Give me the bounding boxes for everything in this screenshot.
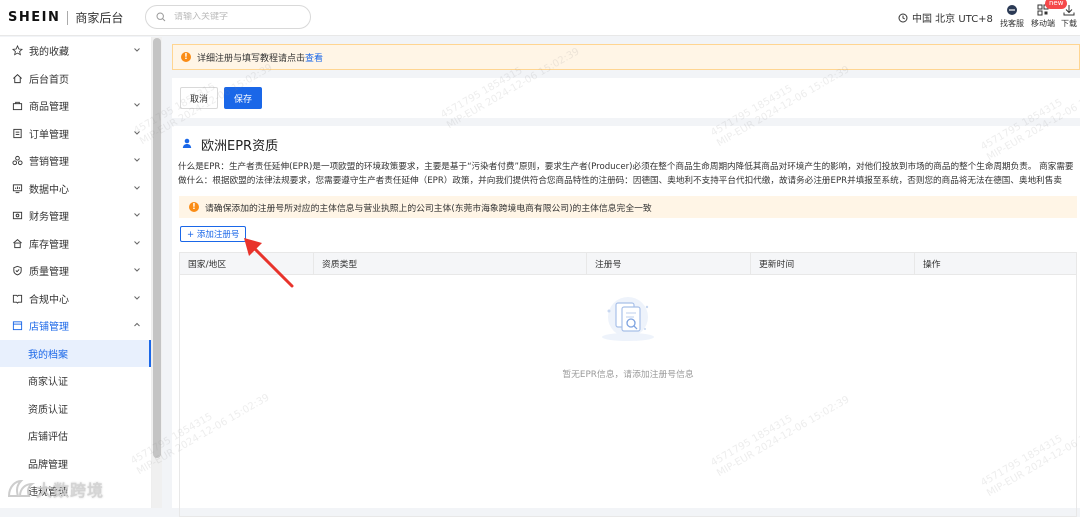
sidebar-item-label: 后台首页 [29, 74, 69, 86]
epr-panel: 欧洲EPR资质 什么是EPR：生产者责任延伸(EPR)是一项欧盟的环境政策要求，… [172, 126, 1080, 517]
finance-icon [11, 210, 23, 222]
sidebar-item-inventory[interactable]: 库存管理 [0, 230, 151, 258]
sidebar-item-goods[interactable]: 商品管理 [0, 92, 151, 120]
sidebar-item-label: 数据中心 [29, 184, 69, 196]
sidebar-item-label: 我的收藏 [29, 47, 69, 59]
tutorial-notice: ! 详细注册与填写教程请点击 查看 [172, 44, 1080, 70]
star-icon [11, 45, 23, 57]
search-box[interactable] [145, 5, 311, 29]
sidebar-item-label: 合规中心 [29, 294, 69, 306]
data-icon [11, 182, 23, 194]
action-bar: 取消 保存 [172, 78, 1080, 118]
column-header: 操作 [923, 260, 941, 270]
sidebar-scrollbar-thumb[interactable] [153, 38, 161, 458]
top-bar: SHEIN 商家后台 中国 北京 UTC+8 找客服 移动端 下载 new [0, 0, 1080, 36]
chevron-down-icon [134, 268, 140, 272]
chevron-down-icon [134, 295, 140, 300]
entity-info-text: 请确保添加的注册号所对应的主体信息与营业执照上的公司主体(东莞市海象跨境电商有限… [205, 203, 652, 214]
quality-icon [11, 265, 23, 277]
sidebar-sub-my-profile[interactable]: 我的档案 [0, 339, 151, 367]
epr-table: 国家/地区 资质类型 注册号 更新时间 操作 暂无EPR信息，请添加注册号信息 [179, 252, 1077, 517]
brand-overlay-icon [7, 479, 36, 497]
panel-title-text: 欧洲EPR资质 [201, 139, 279, 154]
add-registration-button[interactable]: + 添加注册号 [180, 226, 247, 242]
sidebar-item-quality[interactable]: 质量管理 [0, 257, 151, 285]
sidebar-item-label: 订单管理 [29, 129, 69, 141]
column-header: 注册号 [587, 253, 751, 274]
timezone-label: 中国 北京 UTC+8 [912, 14, 993, 25]
clock-icon [898, 13, 908, 22]
sidebar-item-label: 店铺管理 [29, 322, 69, 334]
sidebar-item-label: 营销管理 [29, 157, 69, 169]
panel-title: 欧洲EPR资质 [181, 135, 278, 154]
sidebar-item-store[interactable]: 店铺管理 [0, 312, 151, 340]
epr-description: 什么是EPR：生产者责任延伸(EPR)是一项欧盟的环境政策要求，主要是基于“污染… [178, 162, 1074, 186]
sidebar-item-label: 库存管理 [29, 239, 69, 251]
sidebar-item-data-center[interactable]: 数据中心 [0, 175, 151, 203]
sidebar-sub-merchant-verification[interactable]: 商家认证 [0, 367, 151, 395]
sidebar-item-home[interactable]: 后台首页 [0, 65, 151, 93]
chevron-down-icon [134, 48, 140, 52]
chevron-down-icon [134, 213, 140, 217]
service-icon [1007, 5, 1017, 15]
inventory-icon [11, 237, 23, 249]
home-icon [11, 72, 23, 84]
new-badge: new [1045, 0, 1068, 9]
search-icon [156, 12, 166, 22]
sidebar-item-compliance[interactable]: 合规中心 [0, 285, 151, 313]
notice-view-link[interactable]: 查看 [305, 51, 323, 64]
tool-label: 下载 [1061, 19, 1077, 28]
brand-overlay-text: 大数跨境 [36, 481, 105, 500]
warning-icon: ! [181, 52, 191, 62]
empty-document-icon [602, 297, 654, 341]
shein-logo[interactable]: SHEIN [8, 10, 60, 25]
empty-state: 暂无EPR信息，请添加注册号信息 [180, 275, 1076, 387]
search-input[interactable] [174, 12, 304, 22]
timezone-selector[interactable]: 中国 北京 UTC+8 [898, 10, 993, 25]
user-icon [181, 137, 193, 153]
column-header: 资质类型 [314, 253, 587, 274]
tool-label: 移动端 [1031, 19, 1055, 28]
sidebar-item-label: 商品管理 [29, 102, 69, 114]
annotation-arrow-icon [244, 238, 294, 288]
brand[interactable]: SHEIN 商家后台 [8, 9, 123, 26]
chevron-up-icon [134, 322, 140, 327]
store-icon [11, 320, 23, 332]
entity-info-alert: ! 请确保添加的注册号所对应的主体信息与营业执照上的公司主体(东莞市海象跨境电商… [179, 196, 1077, 218]
compliance-icon [11, 292, 23, 304]
sidebar-sub-store-evaluation[interactable]: 店铺评估 [0, 422, 151, 450]
sidebar-item-favorites[interactable]: 我的收藏 [0, 37, 151, 65]
brand-divider [67, 10, 69, 25]
table-header: 国家/地区 资质类型 注册号 更新时间 操作 [180, 253, 1076, 275]
chevron-down-icon [134, 158, 140, 162]
chevron-down-icon [134, 240, 140, 245]
sidebar-item-label: 质量管理 [29, 267, 69, 279]
brand-overlay: 大数跨境 [6, 477, 104, 501]
warning-icon: ! [189, 202, 199, 212]
brand-subtitle: 商家后台 [75, 11, 124, 25]
tool-label: 找客服 [1000, 19, 1024, 28]
sidebar-sub-qualification[interactable]: 资质认证 [0, 395, 151, 423]
sidebar-sub-brand-management[interactable]: 品牌管理 [0, 450, 151, 478]
sidebar-item-marketing[interactable]: 营销管理 [0, 147, 151, 175]
sidebar-item-finance[interactable]: 财务管理 [0, 202, 151, 230]
empty-state-text: 暂无EPR信息，请添加注册号信息 [562, 370, 694, 380]
column-header: 更新时间 [751, 253, 915, 274]
customer-service-button[interactable]: 找客服 [997, 3, 1027, 29]
sidebar: 我的收藏 后台首页 商品管理 订单管理 营销管理 数据中心 财务管理 库存管理 … [0, 37, 152, 508]
chevron-down-icon [134, 185, 140, 190]
chevron-down-icon [134, 103, 140, 107]
order-icon [11, 127, 23, 139]
goods-icon [11, 100, 23, 112]
sidebar-item-label: 财务管理 [29, 212, 69, 224]
sidebar-item-orders[interactable]: 订单管理 [0, 120, 151, 148]
marketing-icon [11, 155, 23, 167]
